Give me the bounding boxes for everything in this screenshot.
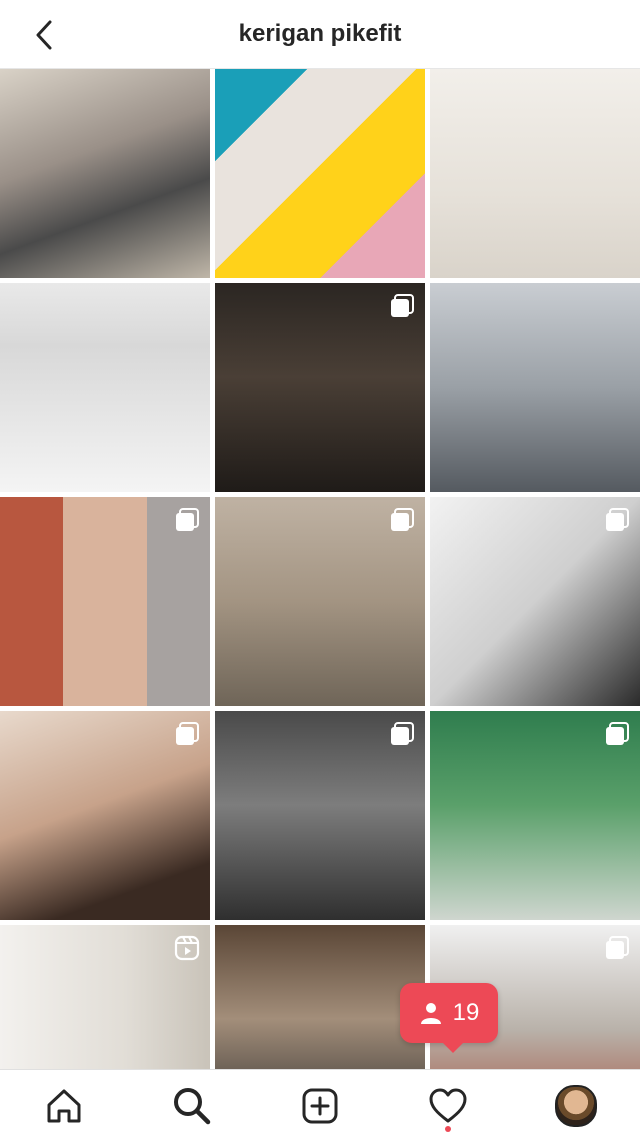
- activity-notification-dot: [445, 1126, 451, 1132]
- tab-activity[interactable]: [426, 1084, 470, 1128]
- multiple-posts-icon: [176, 508, 199, 531]
- post-tile[interactable]: [0, 497, 210, 706]
- post-grid: [0, 69, 640, 1134]
- multiple-posts-icon: [391, 722, 414, 745]
- multiple-posts-icon: [176, 722, 199, 745]
- tab-profile[interactable]: [554, 1084, 598, 1128]
- post-tile[interactable]: [430, 69, 640, 278]
- bottom-tab-bar: [0, 1069, 640, 1139]
- tab-search[interactable]: [170, 1084, 214, 1128]
- reels-icon: [174, 935, 200, 961]
- post-tile[interactable]: [0, 69, 210, 278]
- multiple-posts-icon: [391, 508, 414, 531]
- multiple-posts-icon: [606, 722, 629, 745]
- person-icon: [420, 1003, 441, 1024]
- post-tile[interactable]: [430, 283, 640, 492]
- follower-notification-badge[interactable]: 19: [400, 983, 498, 1053]
- post-tile[interactable]: [430, 497, 640, 706]
- post-tile[interactable]: [0, 283, 210, 492]
- search-icon: [174, 1088, 211, 1125]
- post-tile[interactable]: [430, 711, 640, 920]
- profile-username-title: kerigan pikefit: [238, 20, 402, 47]
- post-tile[interactable]: [215, 711, 425, 920]
- notification-count: 19: [452, 999, 480, 1026]
- tab-home[interactable]: [42, 1084, 86, 1128]
- add-post-icon: [302, 1088, 338, 1124]
- multiple-posts-icon: [606, 508, 629, 531]
- heart-icon: [429, 1088, 467, 1123]
- top-bar: kerigan pikefit: [0, 0, 640, 69]
- tab-new-post[interactable]: [298, 1084, 342, 1128]
- avatar: [555, 1085, 597, 1127]
- home-icon: [47, 1089, 81, 1123]
- post-tile[interactable]: [215, 497, 425, 706]
- multiple-posts-icon: [391, 294, 414, 317]
- post-tile[interactable]: [215, 283, 425, 492]
- post-tile[interactable]: [215, 69, 425, 278]
- multiple-posts-icon: [606, 936, 629, 959]
- post-tile[interactable]: [0, 711, 210, 920]
